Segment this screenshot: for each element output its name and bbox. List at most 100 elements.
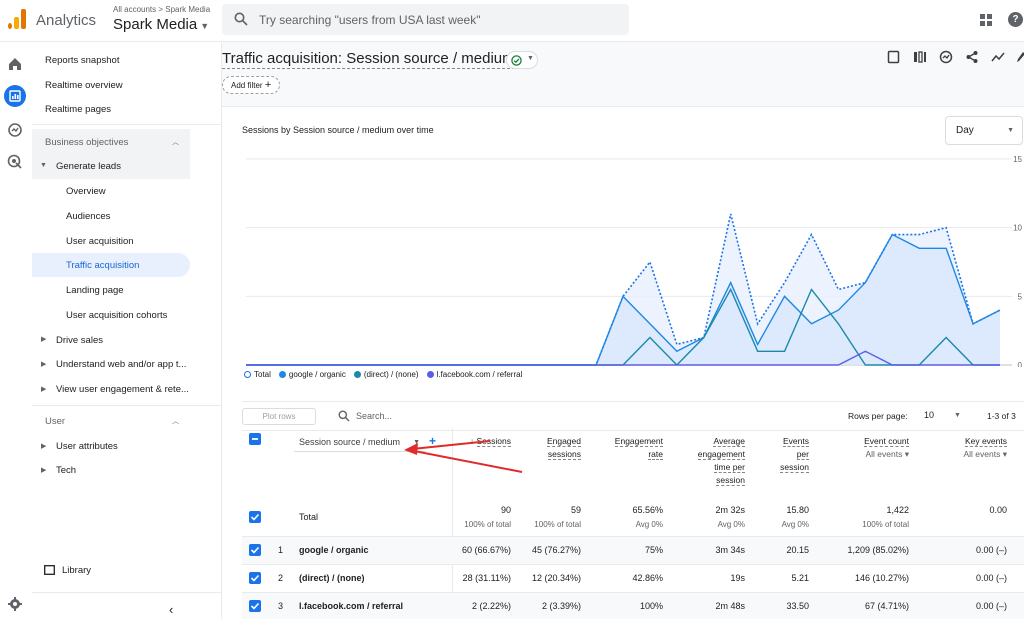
row-dimension-value[interactable]: l.facebook.com / referral: [299, 601, 403, 611]
nav-library[interactable]: Library: [62, 565, 91, 576]
select-all-checkbox[interactable]: [249, 433, 261, 445]
legend-item[interactable]: (direct) / (none): [353, 370, 419, 379]
explore-icon[interactable]: [7, 122, 23, 138]
legend-item[interactable]: Total: [244, 370, 271, 379]
add-dimension-plus-icon[interactable]: +: [429, 434, 436, 448]
share-icon[interactable]: [965, 50, 979, 64]
legend-dot-icon: [353, 371, 361, 378]
caret-down-icon: ▼: [413, 439, 420, 446]
nav-tech[interactable]: Tech: [56, 465, 76, 476]
chevron-up-icon[interactable]: ︿: [172, 137, 179, 147]
caret-right-icon: ▶: [41, 361, 47, 368]
column-header[interactable]: Engagement rate: [614, 435, 663, 461]
nav-generate-leads[interactable]: Generate leads: [56, 161, 121, 172]
row-number: 3: [278, 601, 284, 611]
row-metric-value: 0.00 (–): [975, 573, 1007, 583]
row-metric-value: 2m 48s: [715, 601, 745, 611]
reports-icon[interactable]: [4, 85, 26, 107]
report-status-badge[interactable]: ▼: [506, 51, 538, 69]
insights-icon[interactable]: [939, 50, 953, 64]
row-checkbox[interactable]: [249, 544, 261, 556]
sort-arrow-icon: ↓: [469, 436, 477, 446]
nav-drive-sales[interactable]: Drive sales: [56, 335, 103, 346]
chart-legend: Total google / organic (direct) / (none) l.…: [244, 370, 522, 379]
column-header[interactable]: Key events All events ▾: [964, 435, 1007, 461]
home-icon[interactable]: [7, 56, 23, 72]
total-value: 90: [500, 505, 511, 515]
compare-icon[interactable]: [913, 50, 927, 64]
nav-user-attributes[interactable]: User attributes: [56, 441, 118, 452]
caret-down-icon: ▼: [200, 21, 210, 31]
section-user[interactable]: User: [45, 416, 65, 427]
table-search-input[interactable]: Search...: [356, 411, 392, 421]
nav-user-acquisition[interactable]: User acquisition: [66, 236, 134, 247]
plot-rows-button[interactable]: Plot rows: [242, 408, 316, 425]
caret-down-icon: ▼: [40, 162, 47, 169]
settings-gear-icon[interactable]: [7, 596, 23, 612]
nav-view-user-engagement[interactable]: View user engagement & rete...: [56, 384, 189, 395]
pencil-icon[interactable]: [1015, 50, 1024, 64]
caret-right-icon: ▶: [41, 443, 47, 450]
total-value: 1,422: [886, 505, 909, 515]
row-metric-value: 5.21: [791, 573, 809, 583]
search-bar[interactable]: Try searching "users from USA last week": [222, 4, 629, 35]
legend-item[interactable]: google / organic: [278, 370, 346, 379]
total-value: 0.00: [989, 505, 1007, 515]
advertising-icon[interactable]: [7, 154, 23, 170]
row-metric-value: 100%: [639, 601, 663, 611]
edit-comparisons-icon[interactable]: [887, 50, 901, 64]
row-dimension-value[interactable]: google / organic: [299, 545, 369, 555]
breadcrumb[interactable]: All accounts > Spark Media: [113, 5, 210, 14]
caret-down-icon: ▼: [1007, 127, 1014, 134]
column-header[interactable]: Engaged sessions: [546, 435, 581, 461]
help-icon[interactable]: ?: [1008, 12, 1023, 27]
legend-item[interactable]: l.facebook.com / referral: [426, 370, 523, 379]
row-dimension-value[interactable]: (direct) / (none): [299, 573, 365, 583]
nav-traffic-acquisition[interactable]: Traffic acquisition: [66, 260, 139, 271]
main-content: Traffic acquisition: Session source / me…: [222, 42, 1024, 619]
trend-icon[interactable]: [991, 50, 1005, 64]
line-chart[interactable]: 15105003Apr05070911131517192123252729: [222, 147, 1024, 367]
legend-label: (direct) / (none): [363, 370, 419, 379]
total-value: 59: [570, 505, 581, 515]
nav-overview[interactable]: Overview: [66, 186, 106, 197]
account-picker[interactable]: Spark Media ▼: [113, 16, 209, 33]
column-header[interactable]: ↓ Sessions: [470, 435, 511, 448]
column-header[interactable]: Average engagement time per session: [697, 435, 745, 487]
dimension-select[interactable]: Session source / medium ▼: [294, 434, 426, 452]
legend-label: Total: [254, 370, 271, 379]
column-header[interactable]: Event count All events ▾: [864, 435, 909, 461]
y-tick-label: 15: [1013, 155, 1022, 164]
rows-per-page-select[interactable]: 10: [924, 410, 934, 420]
nav-realtime-pages[interactable]: Realtime pages: [45, 104, 111, 115]
nav-realtime-overview[interactable]: Realtime overview: [45, 80, 123, 91]
page-title[interactable]: Traffic acquisition: Session source / me…: [222, 50, 515, 69]
column-header[interactable]: Events per session: [780, 435, 809, 474]
legend-label: google / organic: [288, 370, 346, 379]
granularity-select[interactable]: Day ▼: [945, 116, 1023, 145]
row-metric-value: 146 (10.27%): [854, 573, 909, 583]
analytics-logo-icon[interactable]: [8, 9, 26, 29]
row-metric-value: 67 (4.71%): [864, 601, 909, 611]
total-value: 65.56%: [632, 505, 663, 515]
column-header-label: All events: [865, 449, 903, 459]
apps-grid-icon[interactable]: [980, 14, 992, 26]
table-toolbar: Plot rows Search... Rows per page: 10 ▼ …: [242, 401, 1024, 431]
nav-reports-snapshot[interactable]: Reports snapshot: [45, 55, 119, 66]
column-header-label: time per: [714, 462, 745, 473]
nav-audiences[interactable]: Audiences: [66, 211, 110, 222]
chevron-up-icon[interactable]: ︿: [172, 416, 179, 426]
nav-user-acquisition-cohorts[interactable]: User acquisition cohorts: [66, 310, 167, 321]
add-filter-button[interactable]: Add filter +: [222, 76, 281, 94]
row-metric-value: 42.86%: [632, 573, 663, 583]
nav-understand-web-app[interactable]: Understand web and/or app t...: [56, 359, 186, 370]
collapse-chevron-icon[interactable]: ‹: [169, 602, 173, 617]
total-row-checkbox[interactable]: [249, 511, 261, 523]
nav-landing-page[interactable]: Landing page: [66, 285, 124, 296]
caret-right-icon: ▶: [41, 386, 47, 393]
row-checkbox[interactable]: [249, 600, 261, 612]
section-business-objectives[interactable]: Business objectives: [45, 137, 128, 148]
legend-label: l.facebook.com / referral: [436, 370, 523, 379]
caret-down-icon[interactable]: ▼: [954, 412, 961, 419]
row-checkbox[interactable]: [249, 572, 261, 584]
